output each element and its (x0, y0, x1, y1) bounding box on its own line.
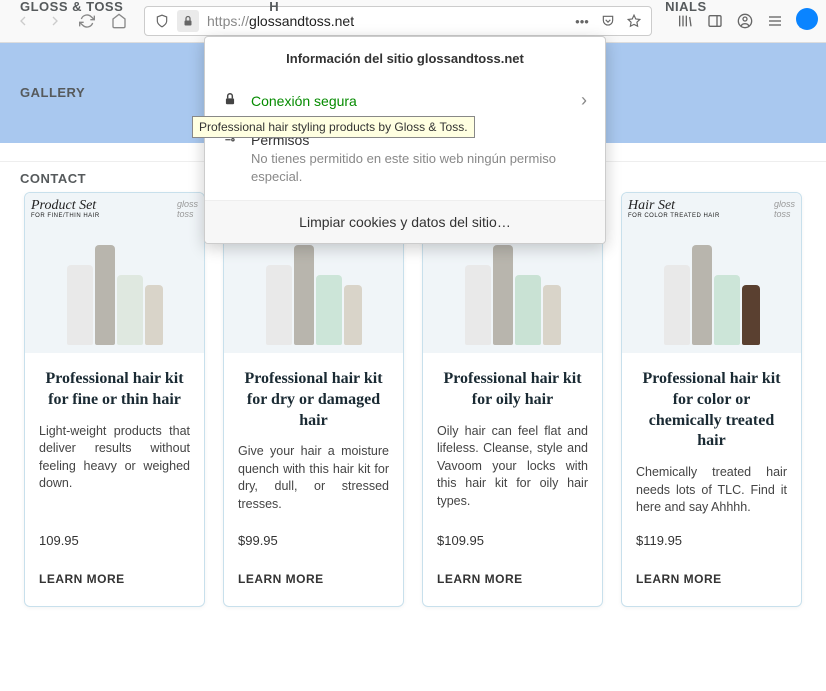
bookmark-star-icon[interactable] (623, 10, 645, 32)
learn-more-link[interactable]: LEARN MORE (238, 572, 389, 586)
learn-more-link[interactable]: LEARN MORE (636, 572, 787, 586)
tracking-shield-icon[interactable] (151, 10, 173, 32)
url-text[interactable]: https://glossandtoss.net (203, 13, 567, 29)
product-image: Product SetFOR FINE/THIN HAIR glosstoss (25, 193, 204, 353)
product-image: Hair SetFOR COLOR TREATED HAIR glosstoss (622, 193, 801, 353)
popup-secure-row[interactable]: Conexión segura › (205, 80, 605, 121)
lock-icon (223, 92, 239, 109)
chevron-right-icon: › (581, 90, 587, 111)
product-description: Give your hair a moisture quench with th… (238, 443, 389, 516)
sidebar-icon[interactable] (704, 10, 726, 32)
product-card: Product SetFOR FINE/THIN HAIR glosstoss … (24, 192, 205, 607)
nav-item-hidden-1[interactable]: H (269, 0, 279, 32)
permissions-text: No tienes permitido en este sitio web ni… (205, 150, 605, 200)
brand-logo: glosstoss (177, 199, 198, 219)
product-description: Oily hair can feel flat and lifeless. Cl… (437, 423, 588, 517)
product-grid: Product SetFOR FINE/THIN HAIR glosstoss … (24, 192, 802, 607)
product-title: Professional hair kit for dry or damaged… (238, 369, 389, 431)
pocket-icon[interactable] (597, 10, 619, 32)
product-price: 109.95 (39, 533, 190, 548)
popup-title: Información del sitio glossandtoss.net (205, 37, 605, 80)
clear-cookies-button[interactable]: Limpiar cookies y datos del sitio… (205, 200, 605, 243)
learn-more-link[interactable]: LEARN MORE (39, 572, 190, 586)
product-price: $109.95 (437, 533, 588, 548)
url-bar[interactable]: https://glossandtoss.net ••• (144, 6, 652, 36)
product-card: glosstoss Professional hair kit for oily… (422, 192, 603, 607)
whats-new-icon[interactable] (794, 10, 816, 32)
product-title: Professional hair kit for color or chemi… (636, 369, 787, 452)
product-tag: Product SetFOR FINE/THIN HAIR (31, 199, 100, 219)
secure-label: Conexión segura (251, 93, 569, 109)
product-card: glosstoss Professional hair kit for dry … (223, 192, 404, 607)
menu-icon[interactable] (764, 10, 786, 32)
brand-logo: glosstoss (774, 199, 795, 219)
product-price: $119.95 (636, 533, 787, 548)
product-card: Hair SetFOR COLOR TREATED HAIR glosstoss… (621, 192, 802, 607)
site-info-popup: Información del sitio glossandtoss.net C… (204, 36, 606, 244)
nav-gallery[interactable]: GALLERY (20, 68, 85, 118)
page-title-tooltip: Professional hair styling products by Gl… (192, 116, 475, 138)
page-actions-icon[interactable]: ••• (571, 10, 593, 32)
product-price: $99.95 (238, 533, 389, 548)
nav-gloss-and-toss[interactable]: GLOSS & TOSS (20, 0, 123, 32)
product-title: Professional hair kit for oily hair (437, 369, 588, 411)
product-title: Professional hair kit for fine or thin h… (39, 369, 190, 411)
product-description: Light-weight products that deliver resul… (39, 423, 190, 517)
lock-icon[interactable] (177, 10, 199, 32)
product-tag: Hair SetFOR COLOR TREATED HAIR (628, 199, 720, 219)
learn-more-link[interactable]: LEARN MORE (437, 572, 588, 586)
nav-item-hidden-2[interactable]: NIALS (665, 0, 707, 32)
product-description: Chemically treated hair needs lots of TL… (636, 464, 787, 517)
account-icon[interactable] (734, 10, 756, 32)
